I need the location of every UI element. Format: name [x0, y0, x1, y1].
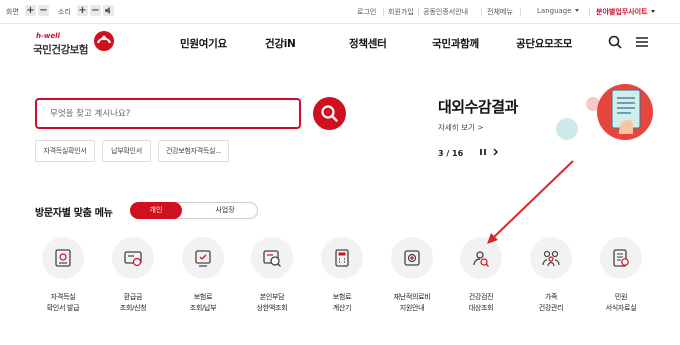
nav-together[interactable]: 국민과함께 — [432, 36, 479, 51]
pause-icon[interactable] — [477, 146, 489, 158]
certificate-icon — [55, 249, 71, 267]
nav-health-in[interactable]: 건강iN — [265, 36, 296, 51]
tab-personal[interactable]: 개인 — [130, 202, 182, 219]
search-input[interactable] — [37, 100, 277, 127]
utility-bar: 화면 + − 소리 + − 로그인 회원가입 공동인증서안내 전체메뉴 Lang… — [0, 0, 680, 24]
login-link[interactable]: 로그인 — [357, 7, 376, 17]
calculator-icon — [335, 249, 349, 267]
visitor-menu-item-label: 건강검진 대상조회 — [468, 293, 494, 312]
menu-icon-circle — [600, 237, 642, 279]
forms-library-icon — [613, 249, 629, 267]
search-icon — [321, 105, 338, 122]
speaker-icon[interactable] — [103, 5, 114, 16]
menu-icon-circle — [460, 237, 502, 279]
visitor-menu-item-label: 본인부담 상한액조회 — [256, 293, 288, 312]
screen-zoom-in-button[interactable]: + — [25, 5, 36, 16]
screen-zoom-out-button[interactable]: − — [38, 5, 49, 16]
refund-icon — [124, 251, 142, 267]
logo[interactable]: h-well 국민건강보험 — [33, 30, 114, 60]
volume-down-button[interactable]: − — [90, 5, 101, 16]
visitor-menu-item-label: 재난적의료비 지원안내 — [393, 293, 431, 312]
next-icon[interactable] — [490, 146, 502, 158]
logo-tagline: h-well — [36, 32, 60, 40]
volume-up-button[interactable]: + — [77, 5, 88, 16]
banner-title: 대외수감결과 — [438, 98, 518, 116]
visitor-menu-item-label: 보험료 계산기 — [332, 293, 352, 312]
nav-civil-service[interactable]: 민원여기요 — [180, 36, 227, 51]
family-site-select[interactable]: 분야별업무사이트 — [596, 7, 655, 17]
visitor-menu-item-label: 가족 건강관리 — [538, 293, 564, 312]
family-health-icon — [542, 250, 560, 267]
medical-support-icon — [404, 250, 420, 266]
menu-icon-circle — [112, 237, 154, 279]
sound-label: 소리 — [58, 8, 71, 16]
visitor-menu-item-label: 환급금 조회/신청 — [119, 293, 147, 312]
search-button[interactable] — [313, 97, 346, 130]
menu-icon-circle — [530, 237, 572, 279]
checkup-search-icon — [473, 251, 489, 267]
nav-policy-center[interactable]: 정책센터 — [349, 36, 387, 51]
logo-name: 국민건강보험 — [33, 44, 88, 56]
visitor-menu-item-label: 민원 서식자료실 — [605, 293, 637, 312]
menu-icon-circle — [182, 237, 224, 279]
certificate-guide-link[interactable]: 공동인증서안내 — [423, 7, 468, 17]
premium-pay-icon — [195, 250, 211, 267]
decor-circle — [556, 118, 578, 140]
menu-icon-circle — [391, 237, 433, 279]
nav-about[interactable]: 공단요모조모 — [516, 36, 572, 51]
document-icon — [611, 89, 641, 134]
all-menu-link[interactable]: 전체메뉴 — [487, 7, 513, 17]
logo-mark-icon — [94, 31, 114, 51]
visitor-menu-item-label: 보험료 조회/납부 — [189, 293, 217, 312]
quick-link-payment[interactable]: 납부확인서 — [102, 140, 151, 162]
language-select[interactable]: Language — [537, 7, 579, 15]
visitor-type-toggle: 개인 사업장 — [130, 202, 258, 219]
menu-icon[interactable] — [634, 34, 650, 50]
signup-link[interactable]: 회원가입 — [388, 7, 414, 17]
quick-link-insurance[interactable]: 건강보험자격득실... — [158, 140, 229, 162]
tab-business[interactable]: 사업장 — [199, 203, 251, 218]
search-icon[interactable] — [607, 34, 623, 50]
visitor-menu-item-label: 자격득실 확인서 발급 — [46, 293, 80, 312]
screen-size-label: 화면 — [6, 8, 19, 16]
quick-link-qualification[interactable]: 자격득실확인서 — [35, 140, 95, 162]
menu-icon-circle — [251, 237, 293, 279]
menu-icon-circle — [321, 237, 363, 279]
visitor-menu-title: 방문자별 맞춤 메뉴 — [35, 208, 113, 219]
copay-limit-icon — [263, 250, 281, 267]
chevron-down-icon — [650, 10, 655, 13]
menu-icon-circle — [42, 237, 84, 279]
banner-page-indicator: 3 / 16 — [438, 149, 464, 158]
chevron-down-icon — [574, 9, 579, 12]
search-box — [35, 98, 301, 129]
banner-more-link[interactable]: 자세히 보기 > — [438, 122, 484, 133]
